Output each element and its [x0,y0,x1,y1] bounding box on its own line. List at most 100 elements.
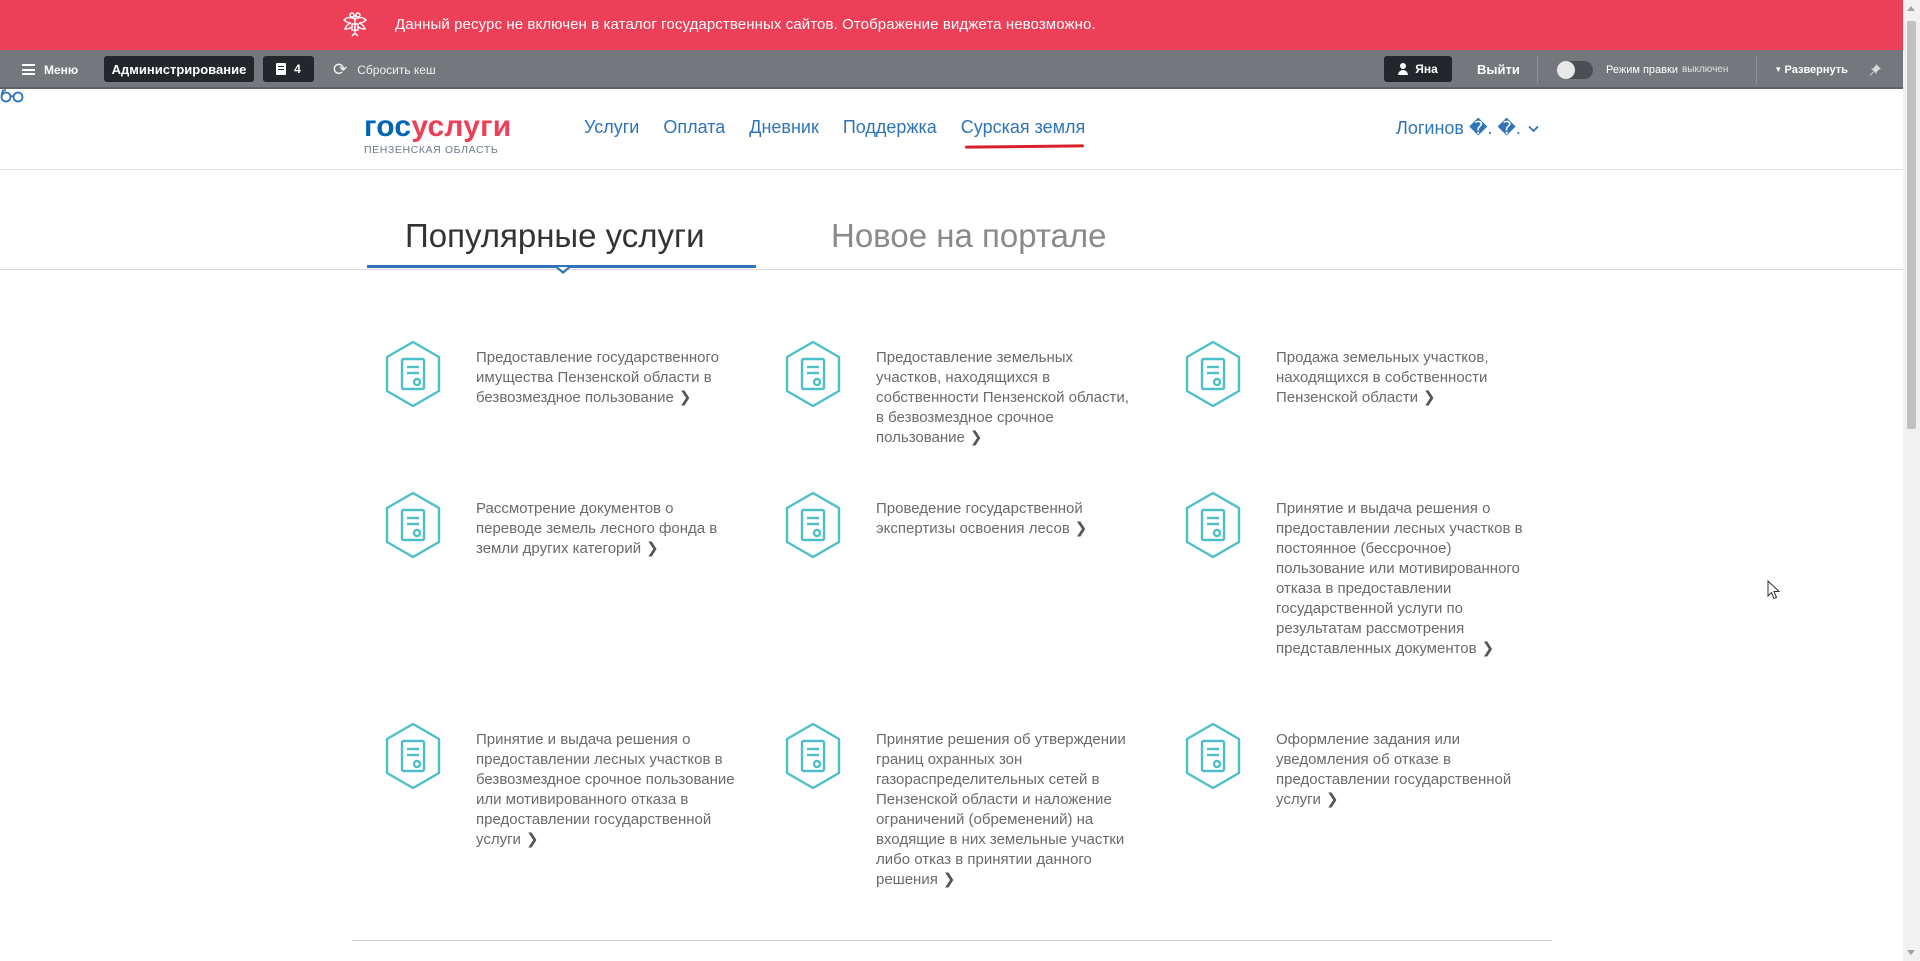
nav-payment[interactable]: Оплата [663,117,725,138]
service-document-icon [1185,340,1241,408]
toolbar-divider [1537,56,1538,83]
account-menu[interactable]: Логинов �. �. [1396,118,1539,139]
chevron-down-icon [1528,125,1539,132]
hamburger-icon [22,64,35,75]
service-title: Предоставление земельных участков, наход… [876,349,1129,446]
coat-of-arms-icon [343,12,367,37]
chevron-right-icon: ❯ [1481,640,1495,657]
service-link[interactable]: Проведение государственной экспертизы ос… [876,499,1136,539]
tab-popular-services[interactable]: Популярные услуги [405,217,705,255]
chevron-down-icon: ▾ [1776,64,1781,74]
administration-button[interactable]: Администрирование [104,56,254,82]
nav-services[interactable]: Услуги [584,117,639,138]
reset-cache-button[interactable]: ⟳ Сбросить кеш [333,50,436,89]
chevron-right-icon: ❯ [969,429,983,446]
gosuslugi-logo[interactable]: госуслуги ПЕНЗЕНСКАЯ ОБЛАСТЬ [364,110,512,157]
service-title: Оформление задания или уведомления об от… [1276,731,1512,808]
nav-diary[interactable]: Дневник [749,117,819,138]
service-document-icon [385,340,441,408]
service-item-7[interactable]: Принятие и выдача решения о предоставлен… [385,722,736,850]
service-link[interactable]: Принятие и выдача решения о предоставлен… [476,730,736,850]
page-scrollbar[interactable] [1903,0,1920,961]
service-item-4[interactable]: Рассмотрение документов о переводе земел… [385,491,736,559]
accessibility-glasses-icon[interactable] [0,89,24,103]
logo-region: ПЕНЗЕНСКАЯ ОБЛАСТЬ [364,144,499,156]
alert-text: Данный ресурс не включен в каталог госуд… [395,16,1096,33]
service-item-1[interactable]: Предоставление государственного имуществ… [385,340,736,408]
nav-support[interactable]: Поддержка [843,117,937,138]
scroll-up-icon[interactable] [1907,6,1915,11]
chevron-right-icon: ❯ [1422,389,1436,406]
edit-mode-state: выключен [1681,64,1729,75]
service-title: Проведение государственной экспертизы ос… [876,500,1083,537]
edit-mode-status: Режим правки выключен [1606,50,1728,89]
edit-mode-label: Режим правки [1606,63,1678,76]
notifications-count: 4 [294,62,301,76]
main-nav: Услуги Оплата Дневник Поддержка Сурская … [584,117,1109,138]
administration-label: Администрирование [111,61,247,77]
expand-button[interactable]: ▾ Развернуть [1776,50,1848,89]
service-link[interactable]: Предоставление земельных участков, наход… [876,348,1136,448]
section-divider [352,940,1552,941]
service-title: Продажа земельных участков, находящихся … [1276,349,1489,406]
chevron-right-icon: ❯ [942,871,956,888]
service-document-icon [1185,491,1241,559]
site-header: госуслуги ПЕНЗЕНСКАЯ ОБЛАСТЬ Услуги Опла… [0,89,1903,170]
logout-label: Выйти [1477,62,1520,77]
service-document-icon [1185,722,1241,790]
service-document-icon [785,340,841,408]
logout-button[interactable]: Выйти [1477,50,1520,89]
service-title: Принятие и выдача решения о предоставлен… [1276,500,1523,657]
pin-button[interactable] [1869,50,1882,89]
scrollbar-thumb[interactable] [1907,21,1916,429]
service-link[interactable]: Предоставление государственного имуществ… [476,348,736,408]
nav-surskaya-zemlya[interactable]: Сурская земля [961,117,1086,138]
account-name: Логинов �. �. [1396,118,1521,138]
reset-cache-label: Сбросить кеш [357,62,436,77]
logo-gos: гос [364,110,412,143]
mouse-cursor-icon [1767,580,1781,600]
service-link[interactable]: Продажа земельных участков, находящихся … [1276,348,1536,408]
user-label: Яна [1415,62,1438,76]
toolbar-divider [1756,56,1757,83]
tab-new-on-portal[interactable]: Новое на портале [831,217,1107,255]
chevron-right-icon: ❯ [1325,791,1339,808]
service-title: Принятие решения об утверждении границ о… [876,731,1126,888]
service-link[interactable]: Оформление задания или уведомления об от… [1276,730,1536,810]
user-icon [1398,63,1409,75]
service-document-icon [785,491,841,559]
chevron-right-icon: ❯ [646,540,659,557]
toggle-knob [1557,61,1575,79]
chevron-right-icon: ❯ [525,831,539,848]
pin-icon [1870,64,1881,76]
service-item-2[interactable]: Предоставление земельных участков, наход… [785,340,1136,448]
user-button[interactable]: Яна [1384,56,1452,82]
service-item-9[interactable]: Оформление задания или уведомления об от… [1185,722,1536,810]
menu-button[interactable]: Меню [22,50,78,89]
service-document-icon [385,722,441,790]
scroll-down-icon[interactable] [1907,950,1915,955]
service-item-5[interactable]: Проведение государственной экспертизы ос… [785,491,1136,559]
service-item-8[interactable]: Принятие решения об утверждении границ о… [785,722,1136,890]
expand-label: Развернуть [1784,63,1848,76]
notifications-button[interactable]: 4 [263,56,314,82]
services-tabs: Популярные услуги Новое на портале [0,169,1903,274]
service-title: Принятие и выдача решения о предоставлен… [476,731,735,848]
alert-banner: Данный ресурс не включен в каталог госуд… [0,0,1903,50]
service-document-icon [385,491,441,559]
service-link[interactable]: Рассмотрение документов о переводе земел… [476,499,736,559]
chevron-right-icon: ❯ [678,389,692,406]
admin-toolbar: Меню Администрирование 4 ⟳ Сбросить кеш … [0,50,1903,89]
logo-uslugi: услуги [411,110,512,143]
document-icon [276,63,287,75]
service-title: Рассмотрение документов о переводе земел… [476,500,718,557]
menu-label: Меню [44,62,79,77]
edit-mode-toggle[interactable] [1557,61,1593,79]
service-link[interactable]: Принятие решения об утверждении границ о… [876,730,1136,890]
service-item-3[interactable]: Продажа земельных участков, находящихся … [1185,340,1536,408]
service-link[interactable]: Принятие и выдача решения о предоставлен… [1276,499,1536,659]
service-item-6[interactable]: Принятие и выдача решения о предоставлен… [1185,491,1536,659]
active-tab-notch-inner [558,267,568,271]
service-document-icon [785,722,841,790]
chevron-right-icon: ❯ [1074,520,1088,537]
